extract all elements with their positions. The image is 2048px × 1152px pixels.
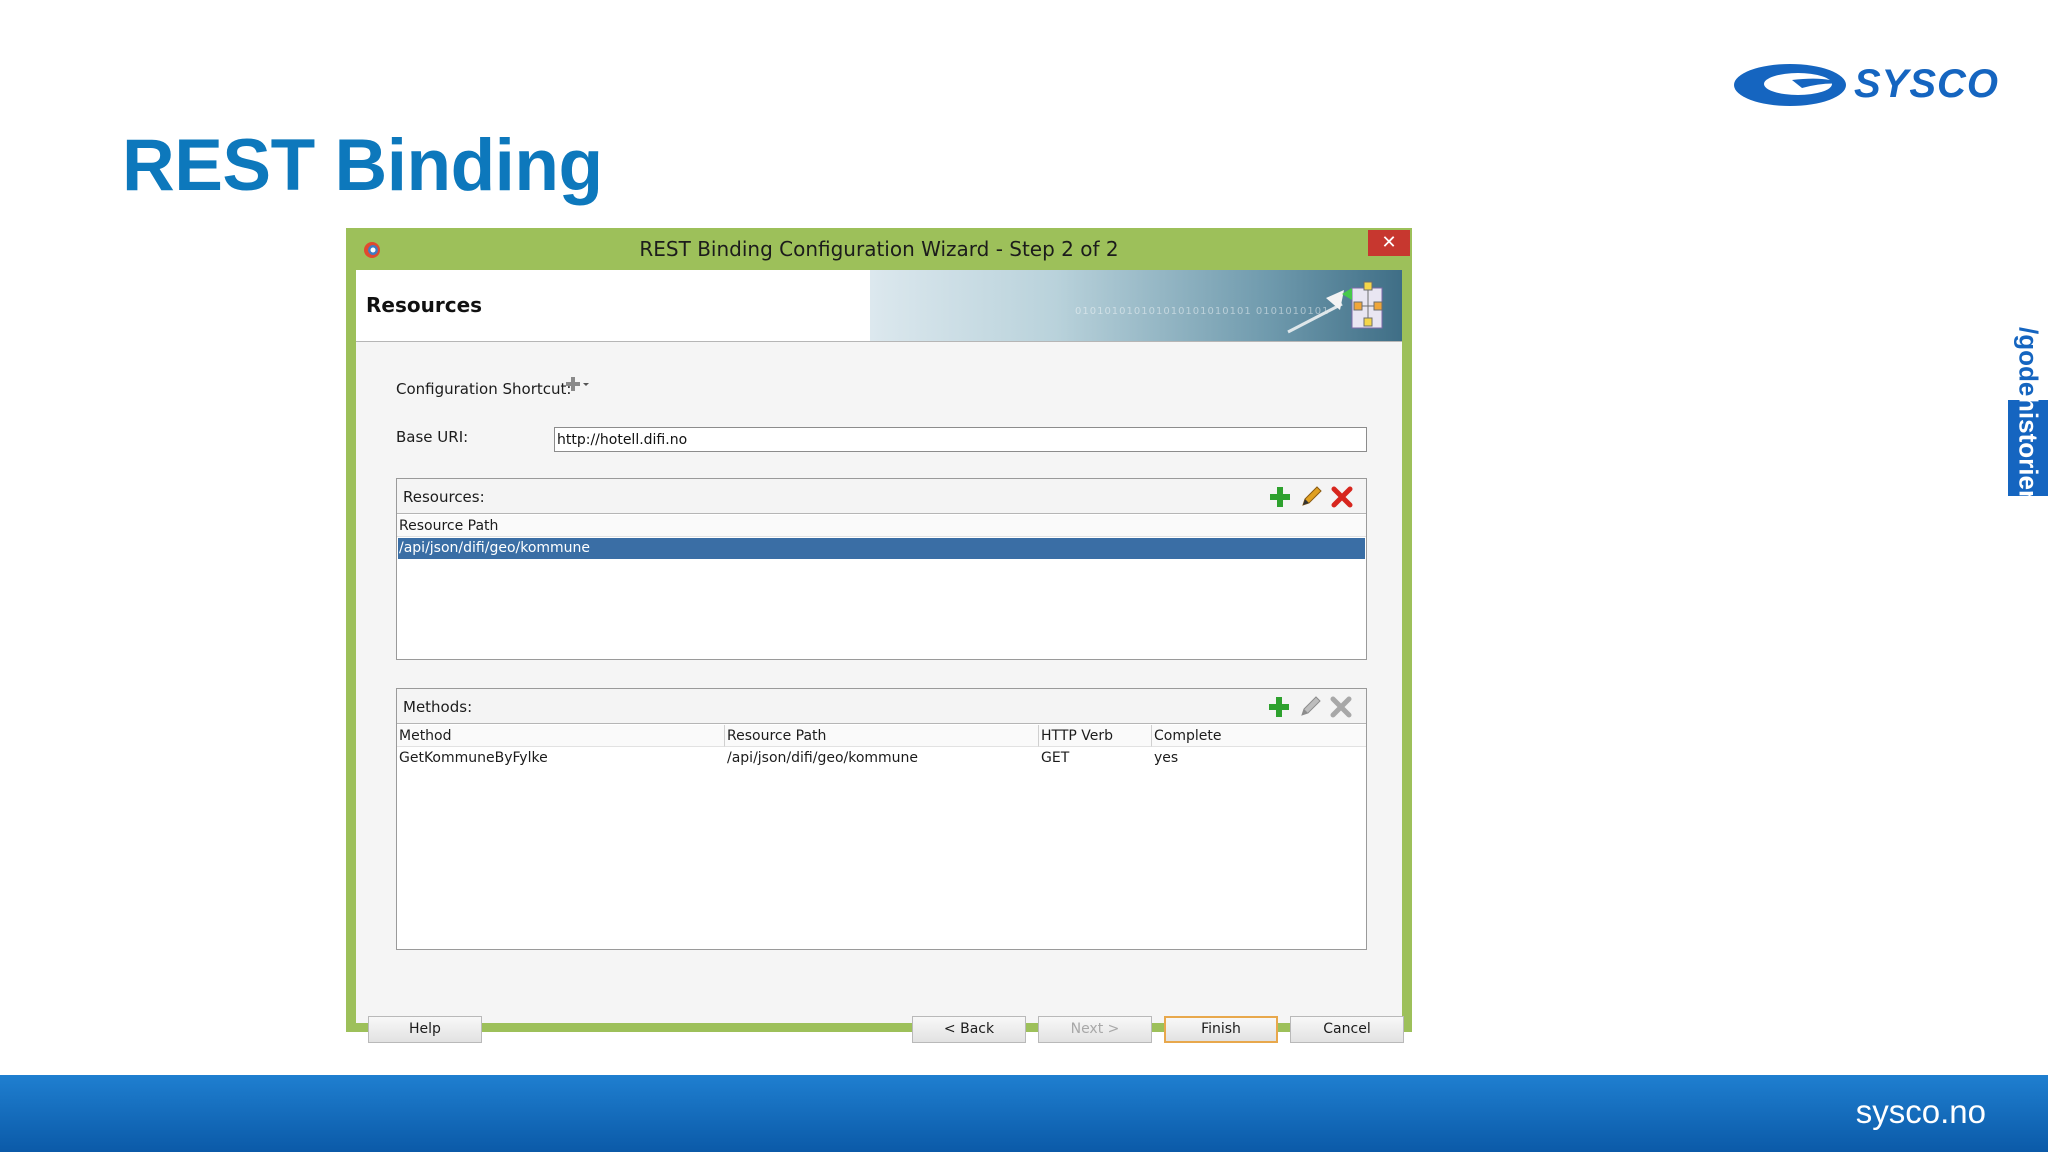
wizard-window: REST Binding Configuration Wizard - Step… (346, 228, 1412, 1043)
pencil-icon (1301, 696, 1321, 716)
plus-icon[interactable] (1267, 484, 1293, 510)
resources-panel-header: Resources: (397, 479, 1366, 514)
resources-label: Resources: (403, 488, 485, 506)
finish-button[interactable]: Finish (1164, 1016, 1278, 1043)
delete-x-icon[interactable] (1329, 484, 1355, 510)
back-button[interactable]: < Back (912, 1016, 1026, 1043)
window-titlebar[interactable]: REST Binding Configuration Wizard - Step… (346, 228, 1412, 270)
side-tab-bottom: historier (2008, 396, 2048, 500)
delete-x-icon (1330, 696, 1352, 718)
pencil-icon[interactable] (1298, 484, 1324, 510)
section-title: Resources (366, 293, 483, 317)
slide-title: REST Binding (122, 125, 603, 206)
resource-path-cell: /api/json/difi/geo/kommune (727, 750, 919, 766)
footer-url: sysco.no (1855, 1093, 1986, 1130)
close-button[interactable]: ✕ (1368, 230, 1410, 256)
side-tab-top: /gode (2008, 324, 2048, 400)
methods-panel-header: Methods: (397, 689, 1366, 724)
resource-path-column-header[interactable]: Resource Path (725, 725, 1039, 747)
cancel-button[interactable]: Cancel (1290, 1016, 1404, 1043)
methods-label: Methods: (403, 698, 473, 716)
resource-path-column-header[interactable]: Resource Path (397, 515, 1366, 537)
plus-icon[interactable] (1266, 694, 1292, 720)
wizard-client-area: Resources 010101010101010101010101 01010… (356, 270, 1404, 1043)
base-uri-label: Base URI: (396, 428, 469, 446)
sysco-swoosh-icon (1734, 64, 1846, 106)
next-button[interactable]: Next > (1038, 1016, 1152, 1043)
resources-panel: Resources: Resource Path /api/json/difi/… (396, 478, 1367, 660)
http-verb-cell: GET (1041, 750, 1070, 766)
sysco-logo: SYSCO (1732, 58, 1998, 112)
complete-cell: yes (1154, 750, 1179, 766)
footer-bar: sysco.no (0, 1075, 2048, 1152)
side-tab-top-text: /gode (2013, 327, 2044, 397)
methods-panel: Methods: Method Resource Path HTTP Verb … (396, 688, 1367, 950)
wizard-wand-icon (1287, 281, 1383, 334)
base-uri-input[interactable] (554, 427, 1367, 452)
configuration-shortcut-label: Configuration Shortcut: (396, 380, 572, 398)
http-verb-column-header[interactable]: HTTP Verb (1039, 725, 1152, 747)
method-column-header[interactable]: Method (397, 725, 725, 747)
help-button[interactable]: Help (368, 1016, 482, 1043)
method-cell: GetKommuneByFylke (399, 750, 548, 766)
wizard-header: Resources 010101010101010101010101 01010… (356, 270, 1402, 342)
header-banner: 010101010101010101010101 0101010101 (870, 270, 1402, 341)
resource-row-selected[interactable]: /api/json/difi/geo/kommune (398, 538, 1365, 559)
window-title: REST Binding Configuration Wizard - Step… (639, 237, 1119, 261)
logo-text: SYSCO (1854, 62, 2000, 106)
add-dropdown-icon[interactable] (560, 374, 592, 394)
side-tab: /gode historier (2008, 324, 2048, 500)
side-tab-bottom-text: historier (2013, 395, 2044, 501)
complete-column-header[interactable]: Complete (1152, 725, 1366, 747)
